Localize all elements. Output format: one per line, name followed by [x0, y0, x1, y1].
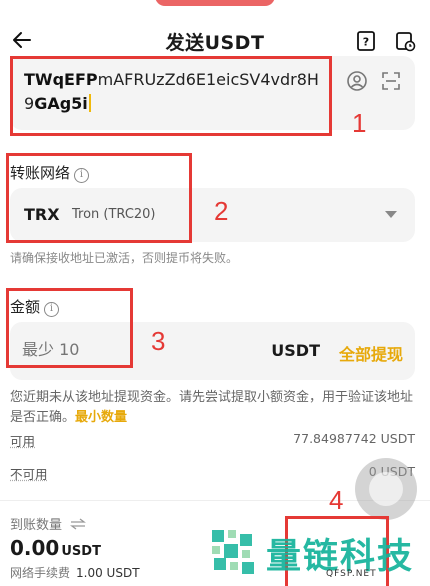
network-fee: 网络手续费 1.00 USDT: [10, 564, 140, 581]
annotation-number-3: 3: [151, 326, 166, 356]
watermark-logo-icon: [212, 530, 254, 574]
annotation-number-2: 2: [214, 196, 229, 226]
annotation-box-2: [6, 153, 192, 243]
scan-icon[interactable]: [380, 70, 402, 92]
available-label[interactable]: 可用: [10, 431, 35, 450]
annotation-box-3: [6, 288, 133, 368]
receive-label: 到账数量: [10, 514, 87, 533]
floating-button-inner: [369, 472, 403, 506]
annotation-number-1: 1: [352, 108, 367, 138]
annotation-box-1: [10, 56, 332, 136]
annotation-number-4: 4: [329, 485, 344, 515]
verification-note: 您近期未从该地址提现资金。请先尝试提取小额资金，用于验证该地址是否正确。最小数量: [10, 388, 422, 428]
receive-amount-unit: USDT: [61, 544, 101, 559]
network-hint: 请确保接收地址已激活，否则提币将失败。: [10, 251, 239, 265]
min-amount-link[interactable]: 最小数量: [75, 410, 127, 425]
svg-text:?: ?: [363, 36, 369, 49]
top-strip: [0, 0, 430, 8]
available-value: 77.84987742 USDT: [293, 431, 415, 446]
swap-icon[interactable]: [70, 518, 87, 530]
amount-unit: USDT: [271, 341, 320, 360]
help-icon[interactable]: ?: [355, 30, 377, 52]
top-tab-decoration: [155, 0, 275, 6]
watermark: 量链科技 QFSP.NET: [208, 524, 430, 586]
history-icon[interactable]: [394, 30, 416, 52]
contact-icon[interactable]: [346, 70, 368, 92]
unavailable-label[interactable]: 不可用: [10, 464, 48, 483]
note-text: 您近期未从该地址提现资金。请先尝试提取小额资金，用于验证该地址是否正确。: [10, 390, 414, 425]
dropdown-icon[interactable]: [385, 211, 397, 218]
fee-value: 1.00 USDT: [76, 566, 140, 580]
floating-assistive-button[interactable]: [355, 458, 417, 520]
withdraw-all-button[interactable]: 全部提现: [339, 341, 403, 365]
available-row: 可用 77.84987742 USDT: [10, 431, 415, 451]
fee-label: 网络手续费: [10, 566, 71, 580]
receive-amount: 0.00 USDT: [10, 536, 101, 560]
receive-label-text: 到账数量: [10, 518, 63, 533]
receive-amount-value: 0.00: [10, 536, 60, 560]
watermark-sub: QFSP.NET: [326, 569, 377, 579]
unavailable-row: 不可用 0 USDT: [10, 464, 415, 484]
